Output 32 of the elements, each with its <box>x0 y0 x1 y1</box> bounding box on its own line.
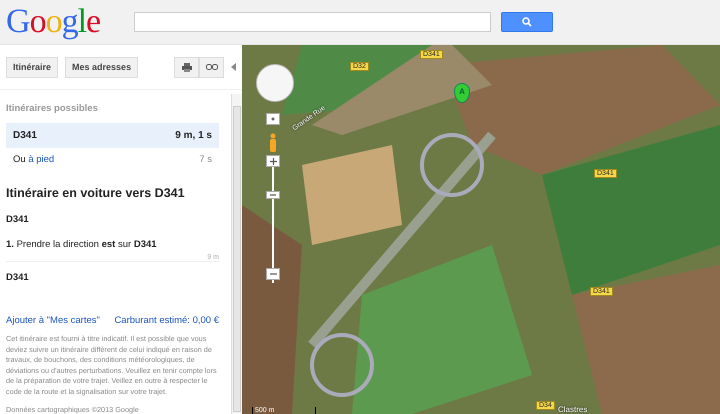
dot-icon <box>271 117 275 121</box>
walk-link[interactable]: à pied <box>28 154 54 165</box>
scrollbar[interactable] <box>231 94 242 414</box>
route-option[interactable]: D341 9 m, 1 s <box>6 123 219 148</box>
zoom-in-button[interactable] <box>266 155 280 167</box>
collapse-arrow-icon[interactable] <box>231 63 236 71</box>
dash-icon <box>270 194 276 196</box>
search-icon <box>522 17 532 27</box>
zoom-level-handle[interactable] <box>266 191 280 199</box>
fuel-estimate-link[interactable]: Carburant estimé: 0,00 € <box>114 315 219 326</box>
toolbar-button[interactable]: Itinéraire <box>6 56 58 78</box>
zoom-reset-button[interactable] <box>266 113 280 125</box>
zoom-out-button[interactable] <box>266 268 280 280</box>
printer-icon <box>182 62 192 72</box>
add-to-maps-link[interactable]: Ajouter à "Mes cartes" <box>6 315 100 326</box>
map-label: Clastres <box>558 405 588 414</box>
directions-title: Itinéraire en voiture vers D341 <box>6 186 186 200</box>
start-point: D341 <box>6 214 30 225</box>
section-title: Itinéraires possibles <box>6 103 99 114</box>
link-button[interactable] <box>199 56 224 78</box>
plus-icon <box>270 158 276 164</box>
alt-route-text: Ou à pied <box>13 154 54 165</box>
toolbar-button[interactable]: Mes adresses <box>65 56 138 78</box>
end-point: D341 <box>6 272 30 283</box>
minus-icon <box>270 273 276 275</box>
alt-route-time: 7 s <box>199 154 212 165</box>
search-field[interactable] <box>134 12 492 32</box>
direction-step: 1. Prendre la direction est sur D341 <box>6 239 219 250</box>
link-icon <box>206 64 218 70</box>
search-button[interactable] <box>501 12 554 32</box>
google-logo[interactable]: Google <box>6 3 100 41</box>
print-button[interactable] <box>174 56 199 78</box>
